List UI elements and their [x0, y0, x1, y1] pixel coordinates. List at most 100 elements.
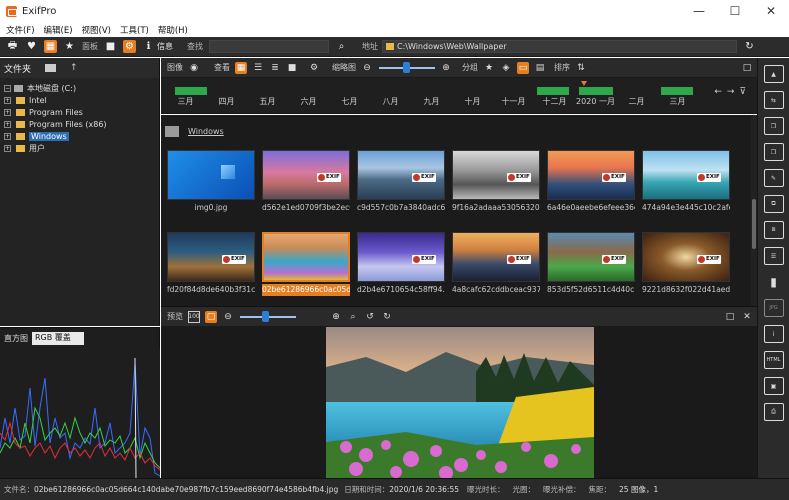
thumbnail[interactable]: EXIF c9d557c0b7a3840adc6... [357, 150, 445, 214]
thumbnail-image[interactable]: EXIF [642, 232, 730, 282]
preview-image[interactable] [326, 327, 594, 478]
magnifier-icon[interactable]: ⌕ [347, 311, 359, 323]
thumbnail-selected[interactable]: 02be61286966c0ac05d... [262, 232, 350, 296]
info-icon[interactable]: ℹ [142, 40, 155, 53]
info-label[interactable]: 信息 [157, 41, 173, 52]
sort-icon[interactable]: ⇅ [575, 62, 587, 74]
expand-icon[interactable]: + [4, 96, 11, 104]
timeline[interactable]: 三月 四月 五月 六月 七月 八月 九月 十月 十一月 十二月 2020 一月 … [161, 78, 757, 114]
scrollbar-thumb[interactable] [752, 199, 756, 249]
image-icon[interactable]: ▲ [763, 65, 784, 83]
edit-icon[interactable]: ✎ [763, 169, 784, 187]
thumbnail[interactable]: EXIF 4a8cafc62cddbceac937... [452, 232, 540, 296]
thumbnail[interactable]: EXIF fd20f84d8de640b3f31c... [167, 232, 255, 296]
thumbnail[interactable]: img0.jpg [167, 150, 255, 214]
thumbnail[interactable]: EXIF 9f16a2adaaa530563203... [452, 150, 540, 214]
info-icon[interactable]: i [763, 325, 784, 343]
search-input[interactable] [209, 40, 329, 53]
thumbnail[interactable]: EXIF 9221d8632f022d41aed... [642, 232, 730, 296]
folder-icon[interactable] [45, 64, 57, 72]
maximize-button[interactable]: ☐ [717, 0, 753, 22]
fit-window-icon[interactable]: ▢ [205, 310, 217, 323]
timeline-filter-icon[interactable]: ⊽ [739, 87, 751, 97]
crop-icon[interactable]: ⧈ [763, 221, 784, 239]
list-view-icon[interactable]: ≣ [269, 62, 281, 74]
thumbnail-image[interactable]: EXIF [262, 150, 350, 200]
restore-pane-icon[interactable]: □ [724, 311, 736, 323]
thumbnail-image[interactable]: EXIF [167, 232, 255, 282]
rotate-left-icon[interactable]: ↺ [364, 311, 376, 323]
tag-icon[interactable]: ◈ [500, 62, 512, 74]
menu-edit[interactable]: 编辑(E) [44, 24, 73, 36]
zoom-out-icon[interactable]: ⊖ [361, 62, 373, 74]
expand-icon[interactable]: + [4, 132, 11, 140]
thumbnail-image[interactable]: EXIF [357, 150, 445, 200]
sliders-icon[interactable]: ☰ [763, 247, 784, 265]
close-pane-icon[interactable]: ✕ [741, 311, 753, 323]
tree-item[interactable]: + 用户 [0, 142, 159, 154]
minimize-button[interactable]: — [681, 0, 717, 22]
thumbnail[interactable]: EXIF d562e1ed0709f3be2ec0... [262, 150, 350, 214]
thumbnail-image[interactable] [167, 150, 255, 200]
thumbnail-image[interactable]: EXIF [547, 232, 635, 282]
folder-group-label[interactable]: Windows [188, 127, 224, 136]
zoom-out-icon[interactable]: ⊖ [222, 311, 234, 323]
thumbnail-image[interactable]: EXIF [547, 150, 635, 200]
zoom-in-icon[interactable]: ⊕ [440, 62, 452, 74]
thumbnail-image[interactable]: EXIF [357, 232, 445, 282]
thumbnail-image[interactable]: EXIF [452, 150, 540, 200]
menu-view[interactable]: 视图(V) [82, 24, 111, 36]
slider-knob[interactable] [403, 61, 410, 73]
thumbnail[interactable]: EXIF 853d5f52d6511c4d40c... [547, 232, 635, 296]
refresh-icon[interactable]: ↻ [743, 40, 756, 53]
jpg-icon[interactable]: JPG [763, 299, 784, 317]
timeline-next-icon[interactable]: → [727, 87, 740, 97]
timeline-nav[interactable]: ←→⊽ [714, 87, 751, 97]
menu-help[interactable]: 帮助(H) [158, 24, 188, 36]
tree-item[interactable]: − 本地磁盘 (C:) [0, 82, 159, 94]
slider-knob[interactable] [262, 310, 269, 322]
gear-icon[interactable]: ⚙ [308, 62, 320, 74]
slideshow-icon[interactable]: ▣ [763, 377, 784, 395]
month-icon[interactable]: ▤ [534, 62, 546, 74]
menu-tools[interactable]: 工具(T) [120, 24, 149, 36]
preview-view-icon[interactable]: ■ [286, 62, 298, 74]
collapse-icon[interactable]: − [4, 84, 11, 92]
thumbnail[interactable]: EXIF 474a94e3e445c10c2afe... [642, 150, 730, 214]
zoom-slider[interactable] [240, 310, 296, 322]
details-view-icon[interactable]: ☰ [252, 62, 264, 74]
close-button[interactable]: ✕ [753, 0, 789, 22]
up-arrow-icon[interactable]: ↑ [70, 63, 78, 73]
thumbnail-image[interactable] [262, 232, 350, 282]
histogram-mode-select[interactable]: RGB 覆盖 [32, 331, 84, 345]
html-icon[interactable]: HTML [763, 351, 784, 369]
timeline-prev-icon[interactable]: ← [714, 87, 727, 97]
address-input[interactable]: C:\Windows\Web\Wallpaper [382, 40, 737, 53]
eye-icon[interactable]: ◉ [188, 62, 200, 74]
thumb-size-slider[interactable] [379, 61, 435, 73]
zoom-in-icon[interactable]: ⊕ [330, 311, 342, 323]
thumbnail-image[interactable]: EXIF [452, 232, 540, 282]
settings-icon[interactable]: ⚙ [123, 40, 136, 53]
expand-icon[interactable]: + [4, 108, 11, 116]
copy-icon[interactable]: ❐ [763, 117, 784, 135]
print-icon[interactable]: 🖶 [6, 40, 19, 53]
thumbnail-view-icon[interactable]: ▦ [235, 61, 247, 74]
search-icon[interactable]: ⌕ [335, 40, 348, 53]
print-icon[interactable]: ⎙ [763, 403, 784, 421]
calendar-icon[interactable]: ▭ [517, 61, 529, 74]
actual-size-icon[interactable]: 100 [188, 310, 200, 323]
menu-file[interactable]: 文件(F) [6, 24, 35, 36]
rating-icon[interactable]: ★ [63, 40, 76, 53]
thumbnail[interactable]: EXIF d2b4e6710654c58ff94... [357, 232, 445, 296]
thumbnail[interactable]: EXIF 6a46e0aeebe6efeee36ec... [547, 150, 635, 214]
copy2-icon[interactable]: ❐ [763, 143, 784, 161]
star-icon[interactable]: ★ [483, 62, 495, 74]
chart-icon[interactable]: ▮ [764, 273, 784, 291]
maximize-pane-icon[interactable]: □ [741, 62, 753, 74]
adjust-icon[interactable]: ⇆ [763, 91, 784, 109]
grid-view-icon[interactable]: ▦ [44, 40, 57, 53]
rotate-right-icon[interactable]: ↻ [381, 311, 393, 323]
expand-icon[interactable]: + [4, 144, 11, 152]
favorite-icon[interactable]: ♥ [25, 40, 38, 53]
